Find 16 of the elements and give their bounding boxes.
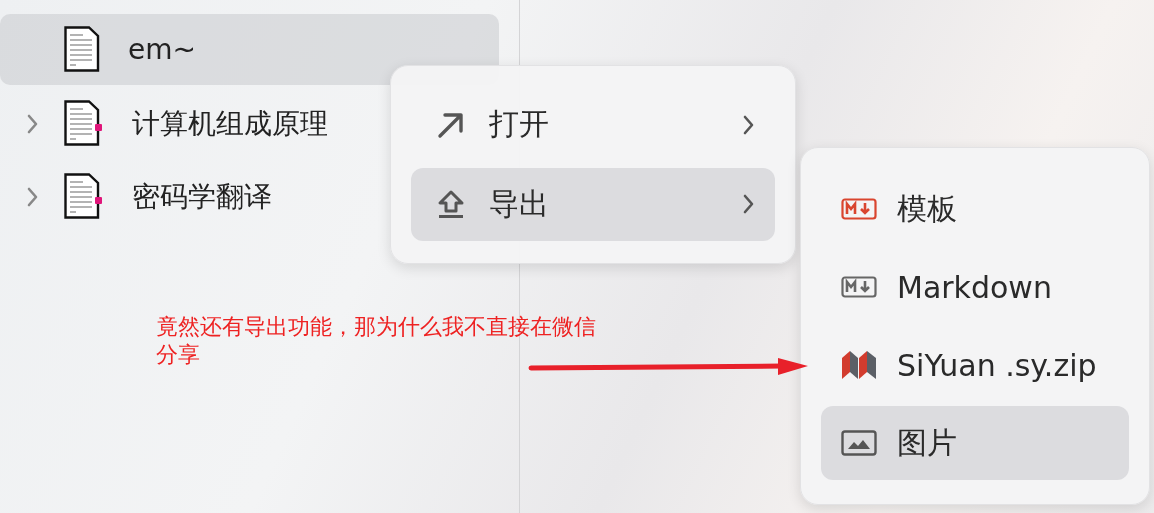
menu-item[interactable]: 图片 [821,406,1129,480]
book-icon [841,350,877,380]
document-icon [64,26,100,73]
tree-item[interactable]: em~ [0,14,499,85]
upload-icon [436,188,466,221]
menu-item[interactable]: 模板 [821,172,1129,246]
menu-item[interactable]: 导出 [411,167,775,241]
document-icon [64,173,104,220]
menu-item[interactable]: Markdown [821,250,1129,324]
markdown-icon [841,198,877,220]
markdown-icon [841,276,877,298]
document-icon [64,100,104,147]
menu-item[interactable]: SiYuan .sy.zip [821,328,1129,402]
image-icon [841,430,877,456]
annotation-text: 竟然还有导出功能，那为什么我不直接在微信分享 [156,313,597,369]
menu-item[interactable]: 打开 [411,88,775,162]
